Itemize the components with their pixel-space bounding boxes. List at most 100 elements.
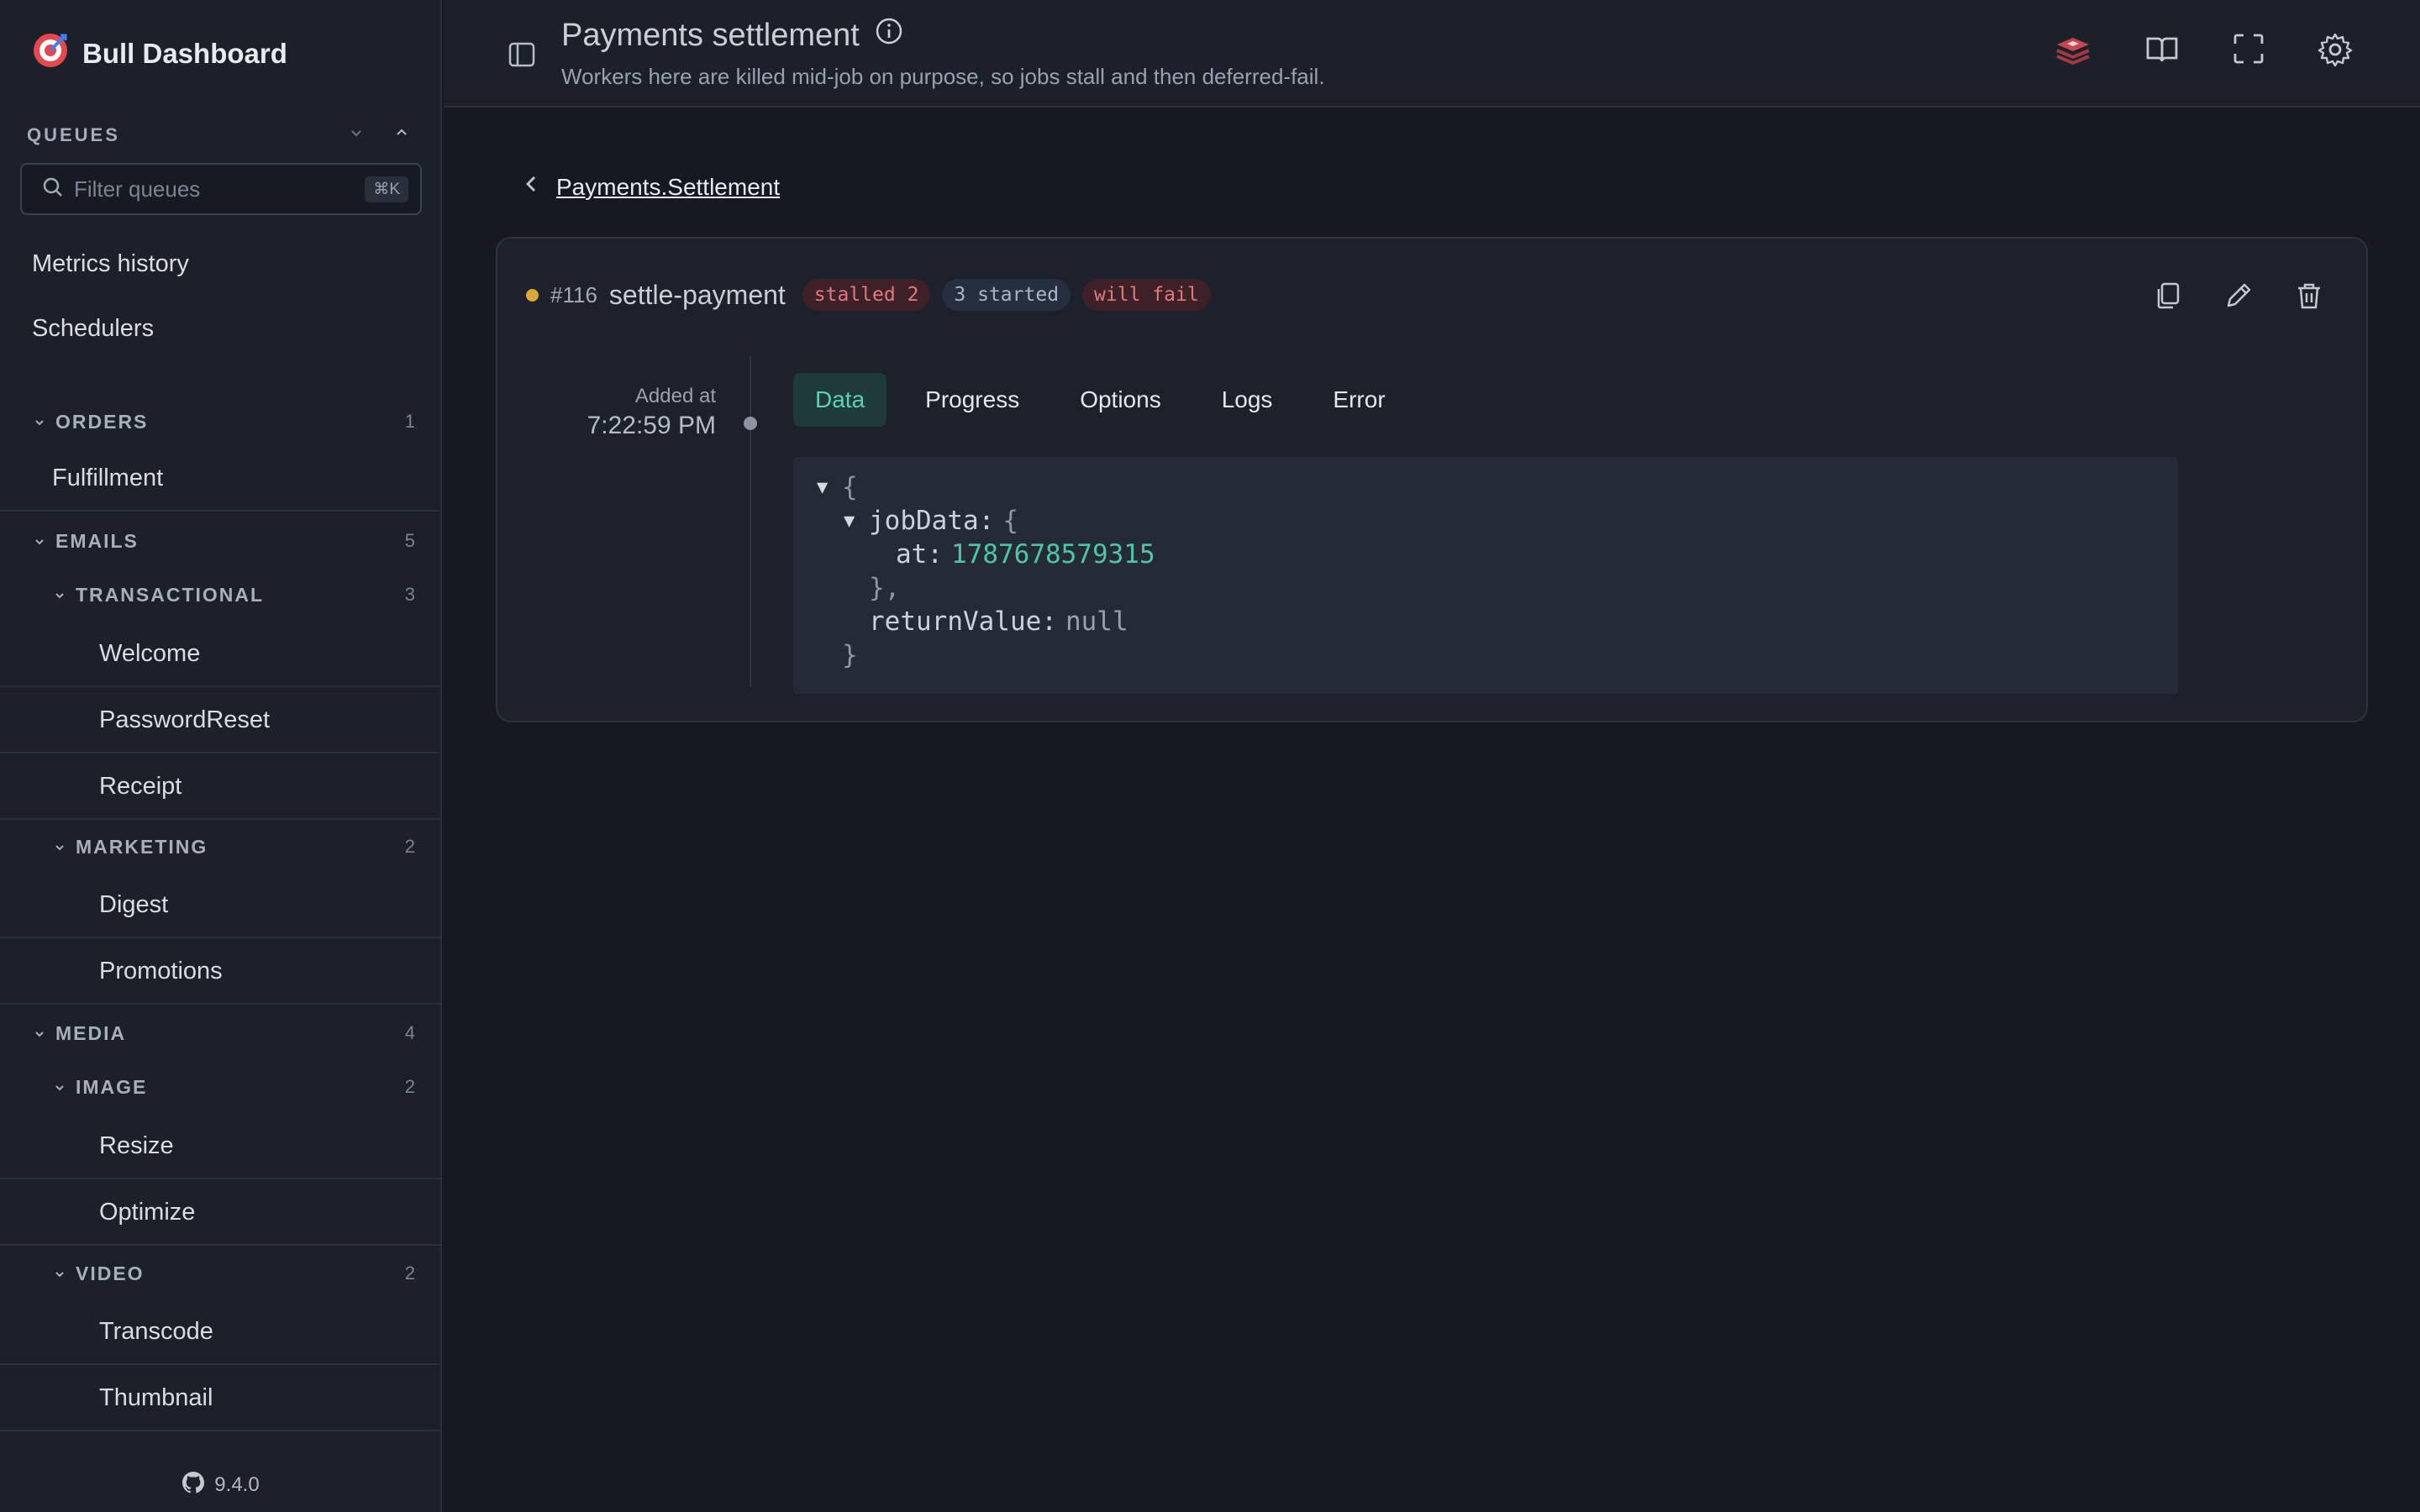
queues-label: QUEUES [27,124,120,145]
group-count: 2 [404,1263,415,1284]
collapse-triangle-icon[interactable]: ▼ [817,477,842,498]
json-key: at: [896,539,943,570]
docs-book-icon[interactable] [2144,32,2180,75]
json-key: returnValue: [869,606,1057,637]
chevron-down-icon [34,411,45,433]
group-media[interactable]: MEDIA 4 [0,1020,440,1047]
info-icon[interactable] [875,17,903,54]
queue-item-resize[interactable]: Resize [0,1114,440,1179]
page-description: Workers here are killed mid-job on purpo… [561,64,1325,89]
will-fail-badge: will fail [1082,279,1211,311]
github-icon [182,1471,205,1499]
json-brace: { [842,472,858,502]
queue-item-promotions[interactable]: Promotions [0,939,440,1005]
group-label: ORDERS [55,410,149,433]
added-at-time: 7:22:59 PM [587,412,716,439]
json-number-value: 1787678579315 [951,539,1155,570]
group-video[interactable]: VIDEO 2 [0,1260,440,1287]
job-name: settle-payment [608,279,786,310]
json-line: ▼ { [817,470,2178,504]
header-actions [2054,32,2353,75]
app-brand[interactable]: Bull Dashboard [32,32,287,76]
delete-trash-icon[interactable] [2294,281,2324,315]
nav-metrics-history[interactable]: Metrics history [32,250,189,278]
nav-schedulers[interactable]: Schedulers [32,315,154,343]
job-id: #116 [550,281,597,307]
queue-item-transcode[interactable]: Transcode [0,1299,440,1365]
scroll-fade [0,1433,440,1462]
json-line: } [817,638,2178,672]
back-chevron-icon[interactable] [523,173,539,201]
chevron-down-icon [54,1076,66,1099]
page-title: Payments settlement [561,17,903,54]
group-count: 4 [404,1022,415,1043]
collapse-triangle-icon[interactable]: ▼ [844,511,869,532]
filter-queues-input[interactable] [72,175,366,203]
group-image[interactable]: IMAGE 2 [0,1074,440,1100]
json-line: at: 1787678579315 [817,538,2178,571]
duplicate-icon[interactable] [2153,281,2183,315]
edit-pencil-icon[interactable] [2223,281,2254,315]
tab-logs[interactable]: Logs [1200,373,1295,427]
group-label: TRANSACTIONAL [76,583,265,606]
sidebar: Bull Dashboard QUEUES ⌘K Metrics history… [0,0,442,1512]
started-badge: 3 started [942,279,1071,311]
app-name: Bull Dashboard [82,38,287,69]
shortcut-hint: ⌘K [365,176,408,202]
tab-progress[interactable]: Progress [903,373,1041,427]
tab-data[interactable]: Data [793,373,887,427]
json-null-value: null [1065,606,1128,637]
group-count: 5 [404,530,415,551]
stalled-badge: stalled 2 [802,279,931,311]
chevron-down-icon [54,1263,66,1285]
group-label: EMAILS [55,529,139,552]
job-card: #116 settle-payment stalled 2 3 started … [496,237,2368,722]
settings-gear-icon[interactable] [2317,32,2353,75]
collapse-all-icon[interactable] [348,124,365,146]
job-status-dot [526,288,539,302]
group-transactional[interactable]: TRANSACTIONAL 3 [0,581,440,608]
json-key: jobData: [869,506,995,536]
queue-item-passwordreset[interactable]: PasswordReset [0,688,440,753]
chevron-down-icon [34,1022,45,1045]
expand-all-icon[interactable] [393,124,410,146]
chevron-down-icon [54,584,66,606]
queue-filter: ⌘K [20,163,422,215]
queue-item-digest[interactable]: Digest [0,873,440,938]
added-at: Added at 7:22:59 PM [548,385,716,440]
timeline-line [750,356,751,687]
group-count: 3 [404,584,415,605]
tab-options[interactable]: Options [1058,373,1183,427]
job-actions [2153,281,2324,315]
timeline-dot [744,417,757,430]
queue-item-welcome[interactable]: Welcome [0,622,440,687]
sidebar-toggle-icon[interactable] [508,40,536,73]
group-label: VIDEO [76,1262,145,1284]
queue-item-optimize[interactable]: Optimize [0,1180,440,1246]
group-marketing[interactable]: MARKETING 2 [0,833,440,860]
page-title-text: Payments settlement [561,17,860,53]
job-header: #116 settle-payment stalled 2 3 started … [526,279,1211,311]
queue-item-fulfillment[interactable]: Fulfillment [0,446,440,512]
group-emails[interactable]: EMAILS 5 [0,528,440,554]
group-count: 1 [404,411,415,432]
json-brace: }, [869,573,901,603]
group-count: 2 [404,1076,415,1097]
sidebar-footer[interactable]: 9.4.0 [0,1458,440,1512]
tab-error[interactable]: Error [1311,373,1407,427]
breadcrumb-queue-link[interactable]: Payments.Settlement [556,174,780,201]
json-line: }, [817,571,2178,605]
json-viewer: ▼ { ▼ jobData: { at: 1787678579315 }, re… [793,457,2178,694]
group-label: MEDIA [55,1021,127,1044]
group-orders[interactable]: ORDERS 1 [0,408,440,435]
added-at-label: Added at [634,385,716,407]
version-label: 9.4.0 [214,1473,260,1496]
redis-icon[interactable] [2054,32,2092,75]
queue-item-thumbnail[interactable]: Thumbnail [0,1366,440,1431]
json-line: ▼ jobData: { [817,504,2178,538]
queue-item-receipt[interactable]: Receipt [0,754,440,820]
top-header: Payments settlement Workers here are kil… [444,0,2420,108]
fullscreen-icon[interactable] [2232,32,2265,75]
group-label: IMAGE [76,1075,148,1098]
job-tabs: Data Progress Options Logs Error [793,373,1407,427]
